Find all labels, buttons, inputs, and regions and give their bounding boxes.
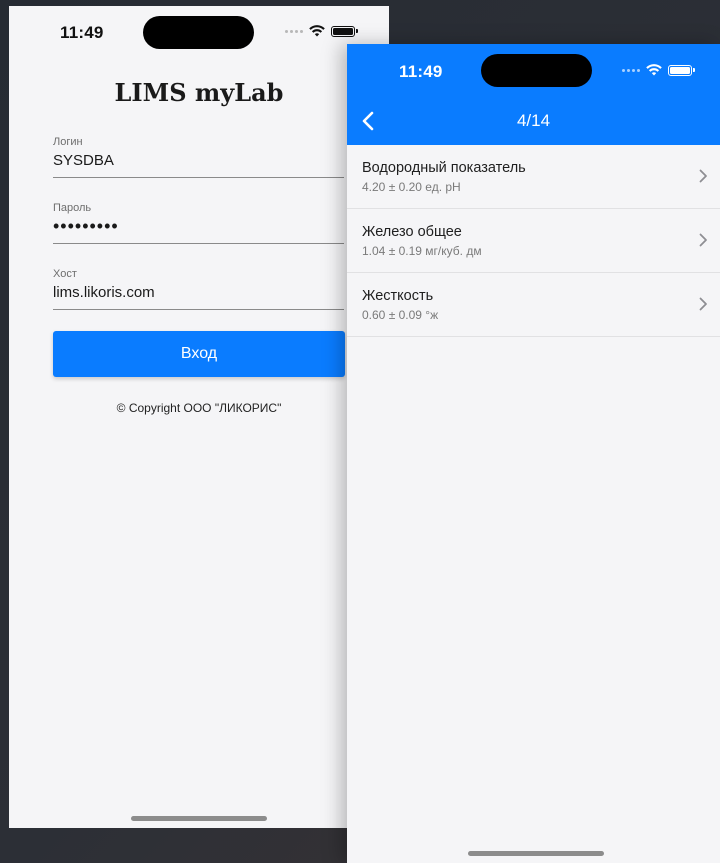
page-counter: 4/14 (516, 111, 551, 130)
item-value: 1.04 ± 0.19 мг/куб. дм (362, 244, 482, 258)
chevron-right-icon (699, 169, 707, 183)
login-label: Логин (53, 136, 83, 148)
list-item[interactable]: Железо общее 1.04 ± 0.19 мг/куб. дм (347, 209, 720, 273)
results-list: Водородный показатель 4.20 ± 0.20 ед. pH… (347, 145, 720, 337)
app-title: LIMS myLab (114, 78, 284, 107)
status-time: 11:49 (399, 62, 443, 81)
wifi-icon (646, 64, 662, 76)
login-field[interactable]: Логин SYSDBA (53, 136, 344, 178)
home-indicator[interactable] (131, 816, 267, 821)
battery-icon (668, 64, 695, 76)
list-item[interactable]: Водородный показатель 4.20 ± 0.20 ед. pH (347, 145, 720, 209)
login-button[interactable]: Вход (53, 331, 345, 377)
dynamic-island (143, 16, 254, 49)
login-value[interactable]: SYSDBA (53, 150, 344, 172)
item-value: 0.60 ± 0.09 °ж (362, 308, 439, 322)
item-value: 4.20 ± 0.20 ед. pH (362, 180, 461, 194)
login-screen: 11:49 LIMS myLab Логин SYSDBA Пароль •••… (9, 6, 389, 828)
signal-dots-icon (285, 29, 303, 33)
list-item[interactable]: Жесткость 0.60 ± 0.09 °ж (347, 273, 720, 337)
home-indicator[interactable] (468, 851, 604, 856)
password-label: Пароль (53, 202, 92, 214)
battery-icon (331, 25, 358, 37)
host-value[interactable]: lims.likoris.com (53, 282, 344, 304)
wifi-icon (309, 25, 325, 37)
item-title: Жесткость (362, 288, 434, 304)
nav-header: 11:49 4/14 (347, 44, 720, 145)
copyright-text: © Copyright ООО "ЛИКОРИС" (116, 401, 282, 415)
dynamic-island (481, 54, 592, 87)
status-bar: 11:49 (9, 6, 389, 58)
item-title: Водородный показатель (362, 160, 526, 176)
status-time: 11:49 (60, 23, 104, 42)
status-icons (285, 25, 358, 37)
password-field[interactable]: Пароль ••••••••• (53, 202, 344, 244)
host-label: Хост (53, 268, 77, 280)
item-title: Железо общее (362, 224, 462, 240)
chevron-right-icon (699, 233, 707, 247)
chevron-right-icon (699, 297, 707, 311)
host-field[interactable]: Хост lims.likoris.com (53, 268, 344, 310)
password-value[interactable]: ••••••••• (53, 216, 344, 238)
signal-dots-icon (622, 68, 640, 72)
status-icons (622, 64, 695, 76)
results-screen: 11:49 4/14 Водородный показатель 4.20 ± … (347, 44, 720, 863)
